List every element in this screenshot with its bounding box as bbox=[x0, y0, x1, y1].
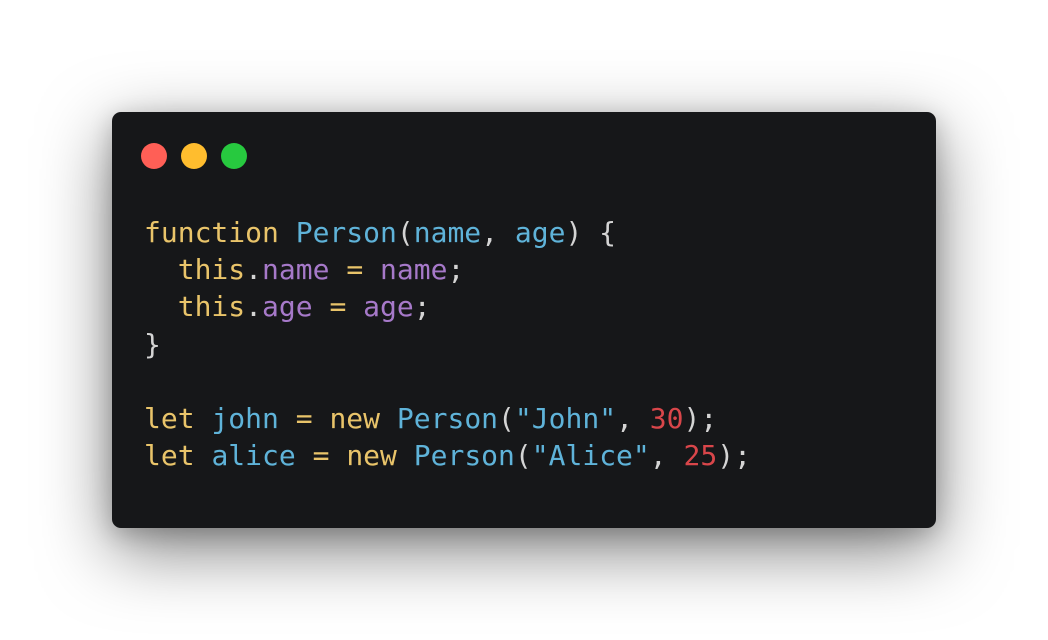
code-token-punctuation: ) { bbox=[565, 216, 617, 249]
code-line: } bbox=[144, 326, 751, 363]
zoom-dot-icon[interactable] bbox=[221, 143, 247, 169]
code-block: function Person(name, age) { this.name =… bbox=[144, 214, 751, 474]
code-token-keyword: this bbox=[177, 253, 246, 287]
code-token-number: 25 bbox=[683, 439, 718, 473]
code-token-punctuation: ( bbox=[514, 439, 532, 473]
code-token-keyword: let bbox=[144, 401, 195, 435]
code-line: let alice = new Person("Alice", 25); bbox=[144, 437, 751, 474]
code-token-punctuation: ; bbox=[447, 253, 465, 287]
code-line: this.name = name; bbox=[144, 251, 751, 288]
code-token-parameter: alice bbox=[211, 439, 296, 473]
code-token-keyword: this bbox=[177, 290, 246, 324]
code-token-punctuation: , bbox=[649, 439, 684, 473]
code-token-operator: = bbox=[312, 439, 330, 473]
code-token-operator: = bbox=[346, 253, 364, 287]
code-line: function Person(name, age) { bbox=[144, 214, 751, 251]
code-token-punctuation: } bbox=[144, 327, 161, 361]
code-window: function Person(name, age) { this.name =… bbox=[112, 112, 936, 528]
code-token-property: name bbox=[380, 253, 448, 287]
code-token-function-name: Person bbox=[396, 401, 499, 435]
code-token-function-name: Person bbox=[413, 439, 515, 473]
code-line: let john = new Person("John", 30); bbox=[144, 400, 751, 437]
window-controls bbox=[141, 143, 247, 169]
code-line: this.age = age; bbox=[144, 288, 751, 325]
code-token-punctuation: ); bbox=[717, 439, 751, 473]
code-token-keyword: new bbox=[329, 401, 381, 435]
code-token-keyword: function bbox=[144, 216, 279, 249]
code-token-punctuation: , bbox=[481, 216, 515, 249]
code-token-punctuation: . bbox=[245, 253, 263, 287]
code-token-parameter: john bbox=[211, 401, 279, 435]
minimize-dot-icon[interactable] bbox=[181, 143, 207, 169]
code-token-operator: = bbox=[295, 401, 313, 435]
code-token-property: name bbox=[262, 253, 330, 287]
code-token-keyword: new bbox=[346, 439, 397, 473]
code-token-parameter: age bbox=[514, 216, 566, 249]
code-token-number: 30 bbox=[649, 401, 684, 435]
code-token-punctuation: , bbox=[616, 401, 650, 435]
code-token-punctuation: . bbox=[245, 290, 263, 324]
code-token-parameter: name bbox=[413, 216, 482, 249]
code-token-punctuation: ( bbox=[396, 216, 414, 249]
code-token-punctuation: ; bbox=[413, 290, 431, 324]
code-token-string: "John" bbox=[514, 401, 617, 435]
code-token-string: "Alice" bbox=[531, 439, 650, 473]
code-token-punctuation: ); bbox=[683, 401, 718, 435]
code-token-function-name: Person bbox=[295, 216, 397, 249]
code-token-keyword: let bbox=[144, 439, 195, 473]
code-token-operator: = bbox=[329, 290, 347, 324]
close-dot-icon[interactable] bbox=[141, 143, 167, 169]
code-token-property: age bbox=[363, 290, 414, 324]
code-token-property: age bbox=[262, 290, 313, 324]
code-token-punctuation: ( bbox=[498, 401, 515, 435]
